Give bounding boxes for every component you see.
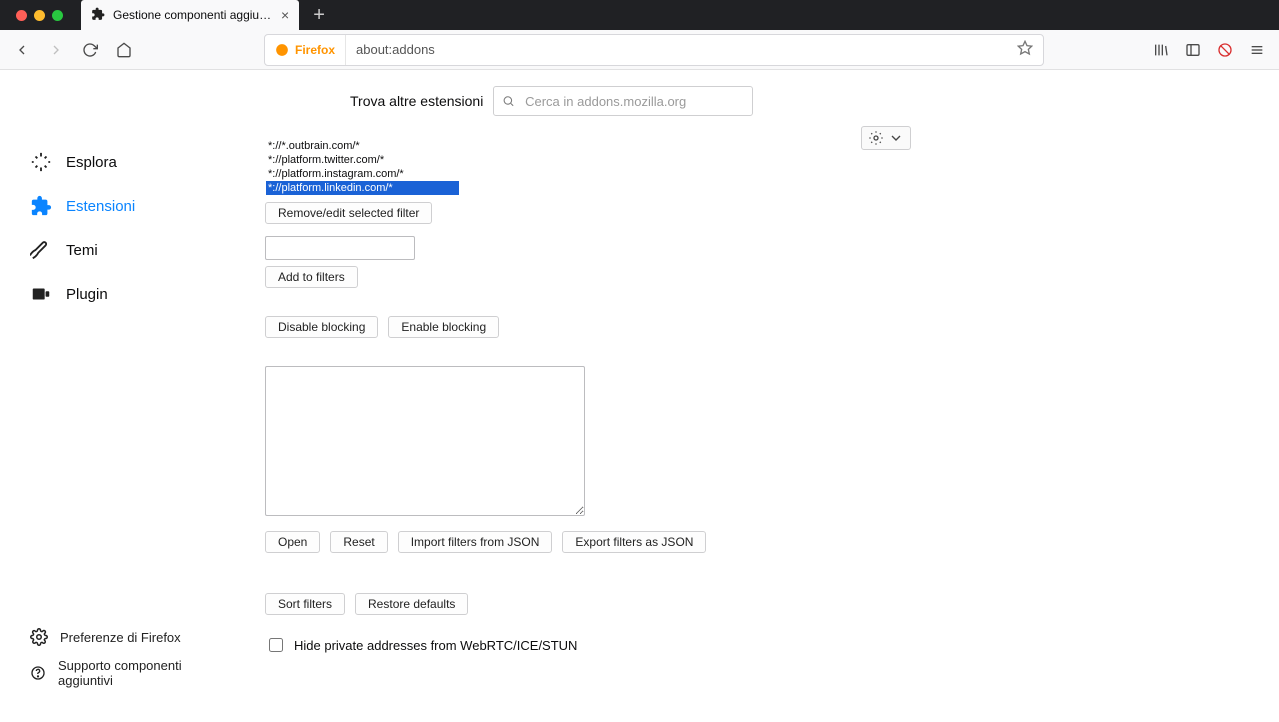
addon-search-box[interactable] <box>493 86 753 116</box>
forward-button[interactable] <box>42 36 70 64</box>
blocker-icon[interactable] <box>1211 36 1239 64</box>
tools-menu-button[interactable] <box>861 126 911 150</box>
sidebar-item-plugins[interactable]: Plugin <box>30 272 250 316</box>
sidebar-toggle-button[interactable] <box>1179 36 1207 64</box>
library-button[interactable] <box>1147 36 1175 64</box>
sidebar-item-extensions[interactable]: Estensioni <box>30 184 250 228</box>
hide-webrtc-checkbox[interactable] <box>269 638 283 652</box>
hide-webrtc-row[interactable]: Hide private addresses from WebRTC/ICE/S… <box>265 635 909 655</box>
identity-label: Firefox <box>295 43 335 57</box>
sidebar-label: Temi <box>66 242 98 259</box>
zoom-window-button[interactable] <box>52 10 63 21</box>
open-button[interactable]: Open <box>265 531 320 553</box>
sidebar-item-themes[interactable]: Temi <box>30 228 250 272</box>
addons-support-label: Supporto componenti aggiuntivi <box>58 658 220 688</box>
reset-button[interactable]: Reset <box>330 531 387 553</box>
address-text: about:addons <box>346 42 1007 57</box>
window-controls <box>8 10 71 21</box>
filter-item[interactable]: *://platform.linkedin.com/* <box>266 181 459 195</box>
filter-item[interactable]: *://platform.twitter.com/* <box>266 153 459 167</box>
home-button[interactable] <box>110 36 138 64</box>
sidebar-label: Plugin <box>66 286 108 303</box>
hide-webrtc-label: Hide private addresses from WebRTC/ICE/S… <box>294 638 577 653</box>
sort-filters-button[interactable]: Sort filters <box>265 593 345 615</box>
chevron-down-icon <box>888 130 904 146</box>
url-bar[interactable]: Firefox about:addons <box>264 34 1044 66</box>
export-json-button[interactable]: Export filters as JSON <box>562 531 706 553</box>
close-window-button[interactable] <box>16 10 27 21</box>
app-menu-button[interactable] <box>1243 36 1271 64</box>
add-to-filters-button[interactable]: Add to filters <box>265 266 358 288</box>
enable-blocking-button[interactable]: Enable blocking <box>388 316 499 338</box>
sidebar-item-discover[interactable]: Esplora <box>30 140 250 184</box>
minimize-window-button[interactable] <box>34 10 45 21</box>
firefox-preferences-link[interactable]: Preferenze di Firefox <box>30 622 220 652</box>
sparkle-icon <box>30 151 52 173</box>
sidebar-label: Estensioni <box>66 198 135 215</box>
reload-button[interactable] <box>76 36 104 64</box>
firefox-icon <box>275 43 289 57</box>
filter-item[interactable]: *://*.outbrain.com/* <box>266 139 459 153</box>
browser-tab[interactable]: Gestione componenti aggiuntivi × <box>81 0 299 30</box>
addons-support-link[interactable]: Supporto componenti aggiuntivi <box>30 652 220 694</box>
filter-item[interactable]: *://platform.instagram.com/* <box>266 167 459 181</box>
filters-textarea[interactable] <box>265 366 585 516</box>
back-button[interactable] <box>8 36 36 64</box>
bookmark-star-button[interactable] <box>1007 40 1043 59</box>
tab-bar: Gestione componenti aggiuntivi × + <box>0 0 1279 30</box>
tab-title: Gestione componenti aggiuntivi <box>113 8 273 22</box>
category-sidebar: Esplora Estensioni Temi Plugin <box>0 126 250 722</box>
addon-search-input[interactable] <box>523 93 744 110</box>
search-icon <box>502 94 515 108</box>
new-filter-input[interactable] <box>265 236 415 260</box>
puzzle-icon <box>91 7 105 24</box>
import-json-button[interactable]: Import filters from JSON <box>398 531 553 553</box>
help-icon <box>30 664 46 682</box>
puzzle-icon <box>30 195 52 217</box>
disable-blocking-button[interactable]: Disable blocking <box>265 316 378 338</box>
filter-list[interactable]: *://*.outbrain.com/**://platform.twitter… <box>265 138 460 196</box>
plugin-icon <box>30 283 52 305</box>
gear-icon <box>30 628 48 646</box>
gear-icon <box>868 130 884 146</box>
new-tab-button[interactable]: + <box>313 4 325 27</box>
remove-edit-filter-button[interactable]: Remove/edit selected filter <box>265 202 432 224</box>
restore-defaults-button[interactable]: Restore defaults <box>355 593 468 615</box>
sidebar-label: Esplora <box>66 154 117 171</box>
identity-box[interactable]: Firefox <box>265 35 346 65</box>
navigation-toolbar: Firefox about:addons <box>0 30 1279 70</box>
close-tab-button[interactable]: × <box>281 8 289 22</box>
search-label: Trova altre estensioni <box>350 93 483 109</box>
brush-icon <box>30 239 52 261</box>
firefox-preferences-label: Preferenze di Firefox <box>60 630 181 645</box>
